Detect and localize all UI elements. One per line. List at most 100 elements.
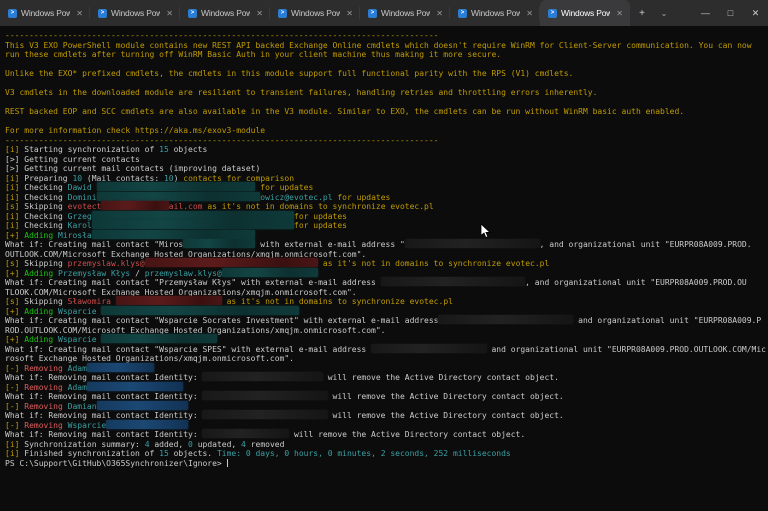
tab-windows-powershell[interactable]: > Windows PowerShe ✕ — [180, 0, 270, 26]
terminal-line: What if: Creating mail contact "Wsparcie… — [5, 316, 763, 326]
terminal-output[interactable]: ----------------------------------------… — [0, 26, 768, 511]
terminal-text: Grzeg — [68, 212, 92, 221]
terminal-text: [>] Getting current mail contacts (impro… — [5, 164, 260, 173]
tab-windows-powershell[interactable]: >Windows PowerShe✕ — [0, 0, 90, 26]
terminal-text: Synchronization summary: — [24, 440, 144, 449]
terminal-line: [>] Getting current contacts — [5, 155, 763, 165]
terminal-line — [5, 79, 763, 89]
terminal-text: with external e-mail address " — [255, 240, 404, 249]
terminal-text: [i] — [5, 145, 24, 154]
terminal-text: updated, — [193, 440, 241, 449]
close-button[interactable]: ✕ — [743, 0, 768, 26]
tab-close-icon[interactable]: ✕ — [614, 8, 625, 19]
redacted-text — [92, 220, 294, 229]
text-cursor — [227, 459, 229, 468]
terminal-line: [-] Removing Adam — [5, 364, 763, 374]
redacted-text — [97, 401, 189, 410]
terminal-text: will remove the Active Directory contact… — [328, 411, 564, 420]
powershell-icon: > — [98, 9, 107, 18]
terminal-text: Removing — [24, 383, 63, 392]
terminal-line — [5, 98, 763, 108]
tab-title: Windows PowerShe — [201, 8, 250, 18]
terminal-line: ----------------------------------------… — [5, 136, 763, 146]
redacted-text — [202, 429, 289, 438]
terminal-text: przemyslaw.klys@ — [145, 269, 222, 278]
terminal-line: [-] Removing Damian — [5, 402, 763, 412]
terminal-text: [i] — [5, 440, 24, 449]
terminal-text: ----------------------------------------… — [5, 136, 438, 145]
tab-close-icon[interactable]: ✕ — [434, 8, 445, 19]
terminal-text: ----------------------------------------… — [5, 31, 438, 40]
tab-close-icon[interactable]: ✕ — [74, 8, 85, 19]
minimize-button[interactable]: — — [693, 0, 718, 26]
terminal-text: removed — [246, 440, 285, 449]
terminal-text: Damian — [68, 402, 97, 411]
terminal-line: [i] Finished synchronization of 15 objec… — [5, 449, 763, 459]
terminal-text: Checking — [24, 193, 67, 202]
terminal-text: REST backed EOP and SCC cmdlets are also… — [5, 107, 684, 116]
tab-close-icon[interactable]: ✕ — [344, 8, 355, 19]
tab-title: Windows PowerShe — [381, 8, 430, 18]
terminal-text: / — [130, 269, 144, 278]
tab-title: Windows PowerShe — [21, 8, 70, 18]
title-bar-drag-region — [674, 0, 693, 26]
terminal-line: [i] Synchronization summary: 4 added, 0 … — [5, 440, 763, 450]
new-tab-button[interactable]: + — [630, 0, 654, 26]
terminal-text: as it's not in domains to synchronize ev… — [323, 259, 549, 268]
terminal-text: What if: Creating mail contact "Wsparcie… — [5, 345, 371, 354]
terminal-text: [i] — [5, 221, 24, 230]
terminal-text: [-] — [5, 364, 24, 373]
terminal-text: Adding — [24, 335, 53, 344]
terminal-line: [+] Adding Mirosła — [5, 231, 763, 241]
redacted-text — [97, 192, 261, 201]
terminal-text: as it's not in domains to synchronize ev… — [207, 202, 433, 211]
redacted-text — [92, 230, 256, 239]
window-controls: — □ ✕ — [693, 0, 768, 26]
powershell-icon: > — [188, 9, 197, 18]
redacted-text — [101, 334, 217, 343]
terminal-text: Wsparcie — [58, 335, 101, 344]
tab-close-icon[interactable]: ✕ — [254, 8, 265, 19]
tab-windows-powershell[interactable]: >Windows PowerShe✕ — [450, 0, 540, 26]
terminal-text: [-] — [5, 383, 24, 392]
terminal-text: What if: Removing mail contact Identity: — [5, 373, 202, 382]
terminal-text: for updates — [294, 212, 347, 221]
terminal-text: What if: Creating mail contact "Przemysł… — [5, 278, 381, 287]
terminal-text: and organizational unit "EURPR08A009.P — [573, 316, 761, 325]
redacted-text — [183, 239, 255, 248]
tab-windows-powershell[interactable]: >Windows PowerShe✕ — [360, 0, 450, 26]
terminal-text: objects. — [169, 449, 217, 458]
tab-close-icon[interactable]: ✕ — [524, 8, 535, 19]
terminal-text: will remove the Active Directory contact… — [328, 392, 564, 401]
terminal-text: Finished synchronization of — [24, 449, 159, 458]
terminal-text: V3 cmdlets in the downloaded module are … — [5, 88, 597, 97]
redacted-text — [106, 420, 188, 429]
tab-title: Windows PowerShe — [561, 8, 610, 18]
terminal-text: [i] — [5, 212, 24, 221]
terminal-text: [>] Getting current contacts — [5, 155, 140, 164]
maximize-button[interactable]: □ — [718, 0, 743, 26]
tab-windows-powershell[interactable]: >Windows PowerShe✕ — [270, 0, 360, 26]
redacted-text — [97, 182, 256, 191]
tab-close-icon[interactable]: ✕ — [164, 8, 175, 19]
tab-dropdown-button[interactable]: ⌄ — [654, 0, 674, 26]
terminal-text: What if: Creating mail contact "Miros — [5, 240, 183, 249]
terminal-line: run these cmdlets after turning off WinR… — [5, 50, 763, 60]
terminal-text: Time: 0 days, 0 hours, 0 minutes, 2 seco… — [217, 449, 511, 458]
redacted-text — [202, 372, 322, 381]
terminal-text: What if: Removing mail contact Identity: — [5, 430, 202, 439]
terminal-line: [>] Getting current mail contacts (impro… — [5, 164, 763, 174]
tab-windows-powershell[interactable]: >Windows PowerShe✕ — [540, 0, 630, 26]
tab-windows-powershell[interactable]: >Windows PowerShe✕ — [90, 0, 180, 26]
terminal-text: Skipping — [24, 259, 67, 268]
terminal-text: Wsparcie — [68, 421, 107, 430]
terminal-text: Checking — [24, 212, 67, 221]
terminal-text: added, — [150, 440, 189, 449]
terminal-text: 15 — [159, 145, 169, 154]
terminal-line — [5, 60, 763, 70]
terminal-text: This V3 EXO PowerShell module contains n… — [5, 41, 752, 50]
terminal-line: [+] Adding Wsparcie — [5, 307, 763, 317]
redacted-text — [381, 277, 525, 286]
redacted-text — [116, 296, 222, 305]
terminal-line — [5, 117, 763, 127]
